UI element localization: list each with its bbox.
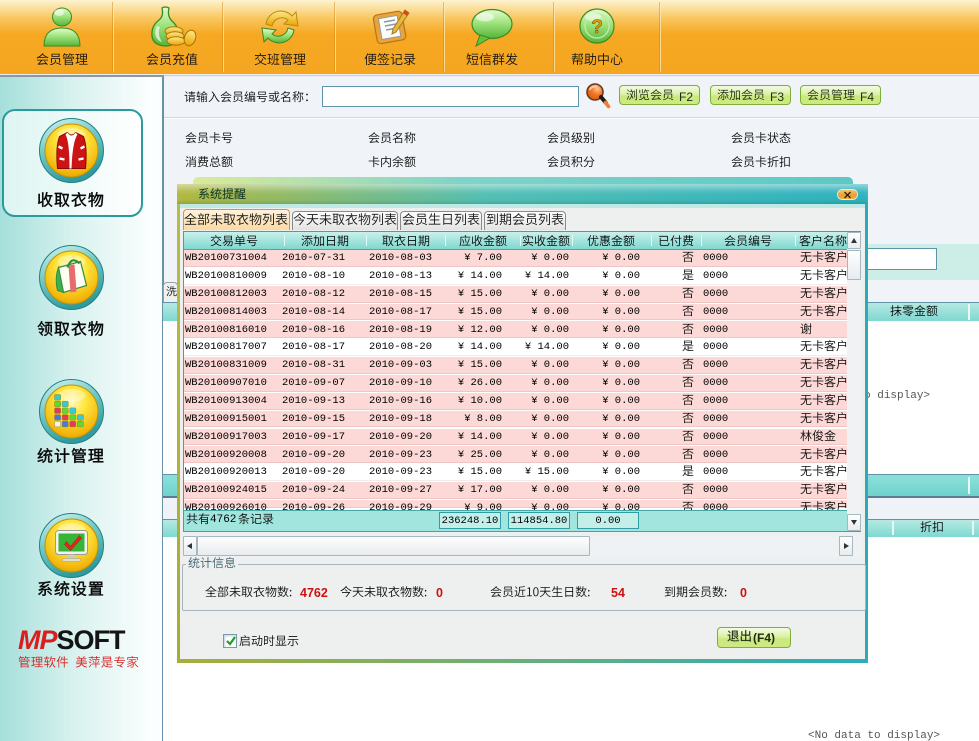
svg-text:?: ? [591, 17, 603, 38]
